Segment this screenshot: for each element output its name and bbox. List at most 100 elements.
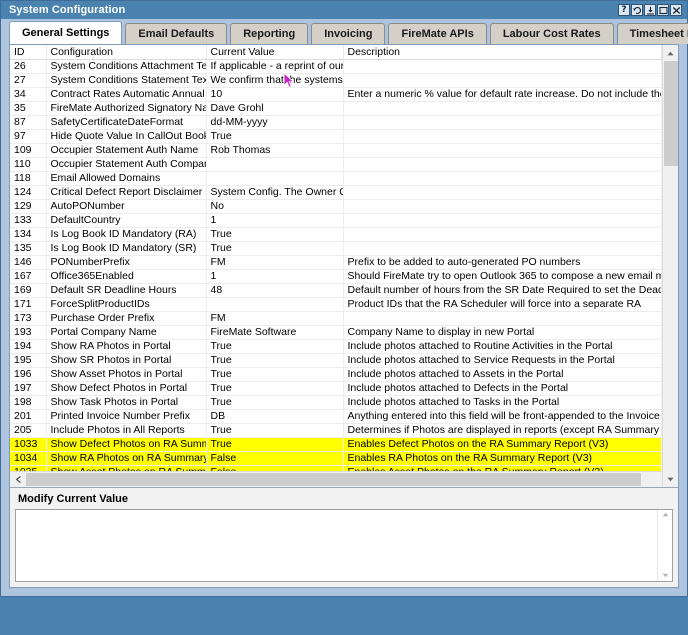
cell-id: 97 — [10, 129, 47, 144]
table-row[interactable]: 193 Portal Company Name FireMate Software C… — [10, 325, 662, 340]
cell-current-value: True — [206, 353, 344, 368]
table-row[interactable]: 134 Is Log Book ID Mandatory (RA) True — [10, 227, 662, 242]
cell-id: 198 — [10, 395, 47, 410]
table-row[interactable]: 1035Show Asset Photos on RA SummaryFalse… — [10, 465, 662, 471]
table-row[interactable]: 27 System Conditions Statement Text We con… — [10, 73, 662, 88]
tab-invoicing[interactable]: Invoicing — [311, 23, 386, 44]
cell-description: Prefix to be added to auto-generated PO … — [343, 255, 662, 270]
cell-id: 146 — [10, 255, 47, 270]
cell-description: Enter a numeric % value for default rate… — [343, 87, 662, 102]
table-row[interactable]: 194 Show RA Photos in Portal True Include p… — [10, 339, 662, 354]
cell-current-value: FM — [206, 311, 344, 326]
modify-scroll-down-icon[interactable] — [662, 572, 669, 580]
modify-input-scrollbar[interactable] — [657, 510, 672, 581]
table-row[interactable]: 110 Occupier Statement Auth Company — [10, 157, 662, 172]
table-row[interactable]: 35 FireMate Authorized Signatory Name Dave… — [10, 101, 662, 116]
cell-configuration: SafetyCertificateDateFormat — [46, 115, 207, 130]
cell-description: Determines if Photos are displayed in re… — [343, 423, 662, 438]
cell-description — [343, 185, 662, 200]
column-header-configuration[interactable]: Configuration — [46, 45, 207, 60]
vertical-scroll-thumb[interactable] — [663, 61, 678, 166]
table-row[interactable]: 205 Include Photos in All Reports True Dete… — [10, 423, 662, 438]
cell-configuration: Printed Invoice Number Prefix — [46, 409, 207, 424]
cell-current-value: We confirm that the systems ... — [206, 73, 344, 88]
table-row[interactable]: 26 System Conditions Attachment Text If ap… — [10, 59, 662, 74]
tab-timesheet-events[interactable]: Timesheet Events — [616, 23, 688, 44]
cell-current-value: True — [206, 381, 344, 396]
cell-description — [343, 311, 662, 326]
cell-current-value: True — [206, 129, 344, 144]
cell-id: 35 — [10, 101, 47, 116]
table-row[interactable]: 169 Default SR Deadline Hours 48 Default nu… — [10, 283, 662, 298]
table-row[interactable]: 146 PONumberPrefix FM Prefix to be added to… — [10, 255, 662, 270]
table-row[interactable]: 135 Is Log Book ID Mandatory (SR) True — [10, 241, 662, 256]
help-icon[interactable]: ? — [618, 4, 630, 16]
cell-current-value: Dave Grohl — [206, 101, 344, 116]
table-row[interactable]: 197 Show Defect Photos in Portal True Inclu… — [10, 381, 662, 396]
table-row[interactable]: 1033Show Defect Photos on RA SummaryTrue… — [10, 437, 662, 452]
table-row[interactable]: 118 Email Allowed Domains — [10, 171, 662, 186]
cell-id: 171 — [10, 297, 47, 312]
table-row[interactable]: 201 Printed Invoice Number Prefix DB Anythi… — [10, 409, 662, 424]
modify-current-value-label: Modify Current Value — [18, 493, 129, 505]
scroll-left-icon[interactable] — [10, 471, 26, 487]
tab-labour-cost-rates[interactable]: Labour Cost Rates — [489, 23, 614, 44]
cell-id: 26 — [10, 59, 47, 74]
tab-label: Email Defaults — [138, 28, 215, 40]
cell-configuration: Show RA Photos on RA Summary — [46, 451, 207, 466]
cell-description: Default number of hours from the SR Date… — [343, 283, 662, 298]
cell-current-value: False — [206, 451, 344, 466]
table-row[interactable]: 133 DefaultCountry 1 — [10, 213, 662, 228]
column-header-current-value[interactable]: Current Value — [206, 45, 344, 60]
grid-horizontal-scrollbar[interactable] — [10, 471, 678, 487]
table-row[interactable]: 129 AutoPONumber No — [10, 199, 662, 214]
cell-current-value: False — [206, 465, 344, 471]
tab-email-defaults[interactable]: Email Defaults — [125, 23, 228, 44]
cell-current-value: 48 — [206, 283, 344, 298]
column-header-id[interactable]: ID — [10, 45, 47, 60]
cell-configuration: Show Defect Photos in Portal — [46, 381, 207, 396]
table-row[interactable]: 173 Purchase Order Prefix FM — [10, 311, 662, 326]
table-row[interactable]: 87 SafetyCertificateDateFormat dd-MM-yyyy — [10, 115, 662, 130]
scroll-down-icon[interactable] — [662, 471, 678, 487]
cell-configuration: Contract Rates Automatic Annual In... — [46, 87, 207, 102]
cell-current-value: DB — [206, 409, 344, 424]
cell-id: 124 — [10, 185, 47, 200]
restore-down-icon[interactable] — [631, 4, 643, 16]
close-icon[interactable] — [670, 4, 682, 16]
table-row[interactable]: 1034 Show RA Photos on RA Summary False Ena… — [10, 451, 662, 466]
cell-configuration: Include Photos in All Reports — [46, 423, 207, 438]
table-row[interactable]: 167 Office365Enabled 1 Should FireMate try … — [10, 269, 662, 284]
grid-vertical-scrollbar[interactable] — [662, 45, 678, 487]
cell-configuration: Portal Company Name — [46, 325, 207, 340]
modify-current-value-input[interactable] — [16, 510, 657, 581]
minimize-icon[interactable] — [644, 4, 656, 16]
cell-configuration: System Conditions Statement Text — [46, 73, 207, 88]
horizontal-scroll-thumb[interactable] — [26, 473, 641, 486]
tab-general-settings[interactable]: General Settings — [9, 21, 123, 44]
maximize-icon[interactable] — [657, 4, 669, 16]
table-header-row: ID Configuration Current Value Descripti… — [10, 45, 662, 60]
cell-configuration: Show SR Photos in Portal — [46, 353, 207, 368]
table-row[interactable]: 171 ForceSplitProductIDs Product IDs that … — [10, 297, 662, 312]
scroll-up-icon[interactable] — [662, 45, 678, 61]
table-row[interactable]: 109 Occupier Statement Auth Name Rob Thoma… — [10, 143, 662, 158]
table-row[interactable]: 124 Critical Defect Report Disclaimer Syst… — [10, 185, 662, 200]
table-row[interactable]: 198 Show Task Photos in Portal True Include… — [10, 395, 662, 410]
tab-firemate-apis[interactable]: FireMate APIs — [388, 23, 487, 44]
table-row[interactable]: 34Contract Rates Automatic Annual In...1… — [10, 87, 662, 102]
table-row[interactable]: 97 Hide Quote Value In CallOut Book True — [10, 129, 662, 144]
configuration-table: ID Configuration Current Value Descripti… — [10, 45, 662, 471]
cell-id: 118 — [10, 171, 47, 186]
cell-description: Include photos attached to Assets in the… — [343, 367, 662, 382]
table-row[interactable]: 196 Show Asset Photos in Portal True Includ… — [10, 367, 662, 382]
cell-current-value: No — [206, 199, 344, 214]
column-header-description[interactable]: Description — [343, 45, 662, 60]
cell-id: 87 — [10, 115, 47, 130]
tab-reporting[interactable]: Reporting — [230, 23, 309, 44]
modify-scroll-up-icon[interactable] — [662, 511, 669, 519]
cell-current-value: If applicable - a reprint of our p... — [206, 59, 344, 74]
cell-current-value: 1 — [206, 213, 344, 228]
cell-description: Should FireMate try to open Outlook 365 … — [343, 269, 662, 284]
table-row[interactable]: 195 Show SR Photos in Portal True Include p… — [10, 353, 662, 368]
